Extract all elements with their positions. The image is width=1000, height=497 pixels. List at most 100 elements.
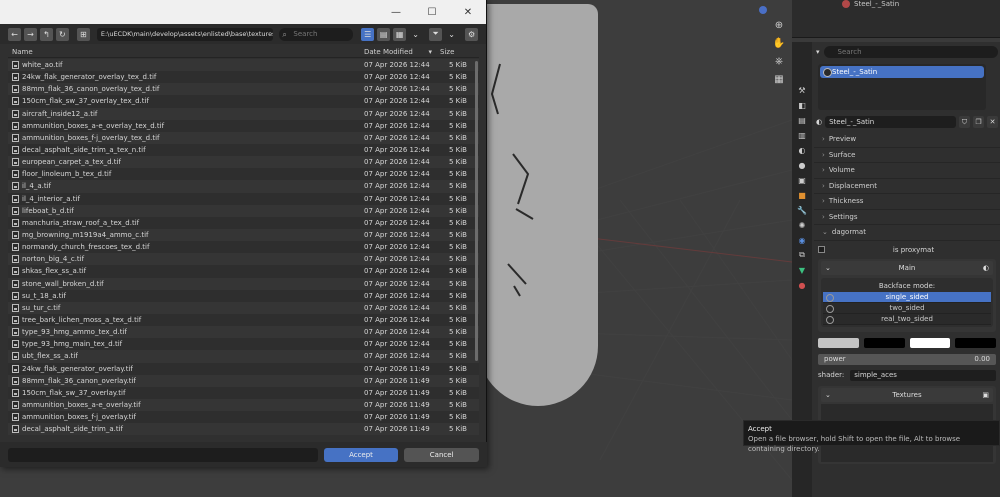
directory-path-input[interactable]: E:\uECDK\main\develop\assets\enlisted\ba… [96, 27, 274, 41]
data-icon[interactable]: ▼ [796, 264, 808, 276]
file-row[interactable]: 88mm_flak_36_canon_overlay.tif 07 Apr 202… [8, 374, 479, 387]
forward-arrow-icon[interactable]: → [23, 27, 37, 41]
hand-icon[interactable]: ✋ [772, 36, 786, 50]
material-sphere-icon[interactable]: ◐ [816, 118, 822, 126]
modifier-icon[interactable]: 🔧 [796, 204, 808, 216]
file-row[interactable]: white_ao.tif 07 Apr 2026 12:44 5 KiB [8, 59, 479, 72]
section-displacement[interactable]: › Displacement [814, 179, 1000, 194]
section-surface[interactable]: › Surface [814, 148, 1000, 163]
display-chevron-down-icon[interactable]: ⌄ [409, 28, 422, 41]
duplicate-icon[interactable]: ❐ [973, 116, 984, 128]
file-row[interactable]: norton_big_4_c.tif 07 Apr 2026 12:44 5 KiB [8, 253, 479, 266]
color-swatch-3[interactable] [909, 337, 951, 348]
thumbnails-icon[interactable]: ▦ [393, 27, 407, 41]
file-row[interactable]: floor_linoleum_b_tex_d.tif 07 Apr 2026 12… [8, 168, 479, 181]
section-thickness[interactable]: › Thickness [814, 194, 1000, 210]
vertical-list-icon[interactable]: ☰ [361, 27, 375, 41]
file-row[interactable]: il_4_interior_a.tif 07 Apr 2026 12:44 5 Ki… [8, 192, 479, 205]
is-proxymat-toggle[interactable]: is proxymat [818, 244, 996, 256]
grid-icon[interactable]: ▦ [772, 72, 786, 86]
backface-real-two-sided[interactable]: real_two_sided [823, 313, 991, 325]
file-list[interactable]: white_ao.tif 07 Apr 2026 12:44 5 KiB 24kw_f… [8, 59, 479, 439]
parent-directory-icon[interactable]: ↰ [39, 27, 53, 41]
file-row[interactable]: lifeboat_b_d.tif 07 Apr 2026 12:44 5 KiB [8, 204, 479, 217]
column-name[interactable]: Name [8, 46, 360, 57]
collection-icon[interactable]: ▣ [796, 174, 808, 186]
gear-icon[interactable]: ⚙ [465, 27, 479, 41]
file-row[interactable]: mg_browning_m1919a4_ammo_c.tif 07 Apr 202… [8, 228, 479, 242]
filter-chevron-down-icon[interactable]: ⌄ [445, 28, 458, 41]
file-row[interactable]: ammunition_boxes_f-j_overlay_tex_d.tif 07… [8, 131, 479, 144]
constraints-icon[interactable]: ⧉ [796, 249, 808, 261]
navigation-gizmo[interactable] [759, 6, 767, 14]
is-proxymat-checkbox[interactable] [818, 246, 825, 253]
column-date[interactable]: Date Modified ▾ [360, 46, 436, 57]
fake-user-icon[interactable]: ⛉ [959, 116, 970, 128]
editor-type-icon[interactable]: ▾ [816, 48, 820, 56]
shader-field[interactable]: simple_aces [850, 369, 996, 381]
unlink-icon[interactable]: ✕ [987, 116, 998, 128]
filename-input[interactable] [8, 447, 318, 462]
horizontal-list-icon[interactable]: ▤ [377, 27, 391, 41]
file-list-scrollbar[interactable] [475, 59, 479, 439]
file-row[interactable]: 88mm_flak_36_canon_overlay_tex_d.tif 07 A… [8, 83, 479, 96]
file-row[interactable]: ammunition_boxes_f-j_overlay.tif 07 Apr 2… [8, 411, 479, 424]
scene-icon[interactable]: ◐ [796, 144, 808, 156]
file-row[interactable]: decal_asphalt_side_trim_a_tex_n.tif 07 Ap… [8, 143, 479, 157]
file-row[interactable]: 150cm_flak_sw_37_overlay.tif 07 Apr 2026 … [8, 386, 479, 399]
output-icon[interactable]: ▤ [796, 114, 808, 126]
camera-icon[interactable]: ⎈ [772, 54, 786, 68]
file-row[interactable]: stone_wall_broken_d.tif 07 Apr 2026 12:44… [8, 277, 479, 290]
file-row[interactable]: shkas_flex_ss_a.tif 07 Apr 2026 12:44 5 Ki… [8, 265, 479, 278]
material-tab-icon[interactable]: ● [796, 279, 808, 291]
world-icon[interactable]: ● [796, 159, 808, 171]
render-icon[interactable]: ◧ [796, 99, 808, 111]
dialog-titlebar[interactable]: — ☐ ✕ [0, 0, 486, 24]
material-name-field[interactable]: Steel_-_Satin [825, 116, 956, 128]
zoom-icon[interactable]: ⊕ [772, 18, 786, 32]
file-row[interactable]: manchuria_straw_roof_a_tex_d.tif 07 Apr 2… [8, 216, 479, 229]
file-row[interactable]: 24kw_flak_generator_overlay_tex_d.tif 07 … [8, 71, 479, 84]
section-dagormat[interactable]: ⌄ dagormat [814, 225, 1000, 241]
power-field[interactable]: power 0.00 [818, 353, 996, 365]
close-button[interactable]: ✕ [450, 0, 486, 24]
new-folder-icon[interactable]: ⊞ [76, 27, 90, 41]
file-row[interactable]: type_93_hmg_ammo_tex_d.tif 07 Apr 2026 12… [8, 326, 479, 339]
backface-two-sided[interactable]: two_sided [823, 302, 991, 314]
file-row[interactable]: ubt_flex_ss_a.tif 07 Apr 2026 12:44 5 KiB [8, 350, 479, 363]
section-preview[interactable]: › Preview [814, 132, 1000, 148]
material-slot[interactable]: Steel_-_Satin [820, 66, 984, 78]
color-swatch-1[interactable] [818, 337, 859, 348]
file-search-input[interactable]: ⌕ Search [279, 27, 354, 41]
file-row[interactable]: 150cm_flak_sw_37_overlay_tex_d.tif 07 Apr… [8, 95, 479, 108]
filter-icon[interactable]: ⏷ [429, 27, 443, 41]
refresh-icon[interactable]: ↻ [55, 27, 69, 41]
file-row[interactable]: su_tur_c.tif 07 Apr 2026 12:44 5 KiB [8, 301, 479, 314]
file-row[interactable]: type_93_hmg_main_tex_d.tif 07 Apr 2026 12… [8, 338, 479, 351]
color-swatch-4[interactable] [955, 337, 996, 348]
mesh-object[interactable] [478, 4, 598, 406]
file-row[interactable]: ammunition_boxes_a-e_overlay_tex_d.tif 07… [8, 119, 479, 132]
file-row[interactable]: ammunition_boxes_a-e_overlay.tif 07 Apr 2… [8, 398, 479, 412]
tool-icon[interactable]: ⚒ [796, 84, 808, 96]
color-swatch-2[interactable] [863, 337, 905, 348]
particles-icon[interactable]: ✺ [796, 219, 808, 231]
cancel-button[interactable]: Cancel [404, 447, 479, 462]
view-layer-icon[interactable]: ▥ [796, 129, 808, 141]
physics-icon[interactable]: ◉ [796, 234, 808, 246]
object-icon[interactable]: ■ [796, 189, 808, 201]
file-row[interactable]: decal_asphalt_side_trim_a.tif 07 Apr 2026… [8, 423, 479, 436]
file-row[interactable]: tree_bark_lichen_moss_a_tex_d.tif 07 Apr … [8, 313, 479, 327]
file-row[interactable]: il_4_a.tif 07 Apr 2026 12:44 5 KiB [8, 180, 479, 193]
folder-icon[interactable]: ▣ [982, 388, 989, 402]
textures-panel-header[interactable]: ⌄ Textures ▣ [821, 387, 993, 402]
file-row[interactable]: normandy_church_frescoes_tex_d.tif 07 Apr… [8, 241, 479, 254]
main-panel-header[interactable]: ⌄ Main ◐ [821, 260, 993, 275]
minimize-button[interactable]: — [378, 0, 414, 24]
maximize-button[interactable]: ☐ [414, 0, 450, 24]
section-volume[interactable]: › Volume [814, 163, 1000, 179]
properties-search-input[interactable]: Search [823, 46, 998, 58]
outliner-item[interactable]: Steel_-_Satin [842, 0, 899, 8]
section-settings[interactable]: › Settings [814, 210, 1000, 225]
backface-single-sided[interactable]: single_sided [823, 291, 991, 303]
